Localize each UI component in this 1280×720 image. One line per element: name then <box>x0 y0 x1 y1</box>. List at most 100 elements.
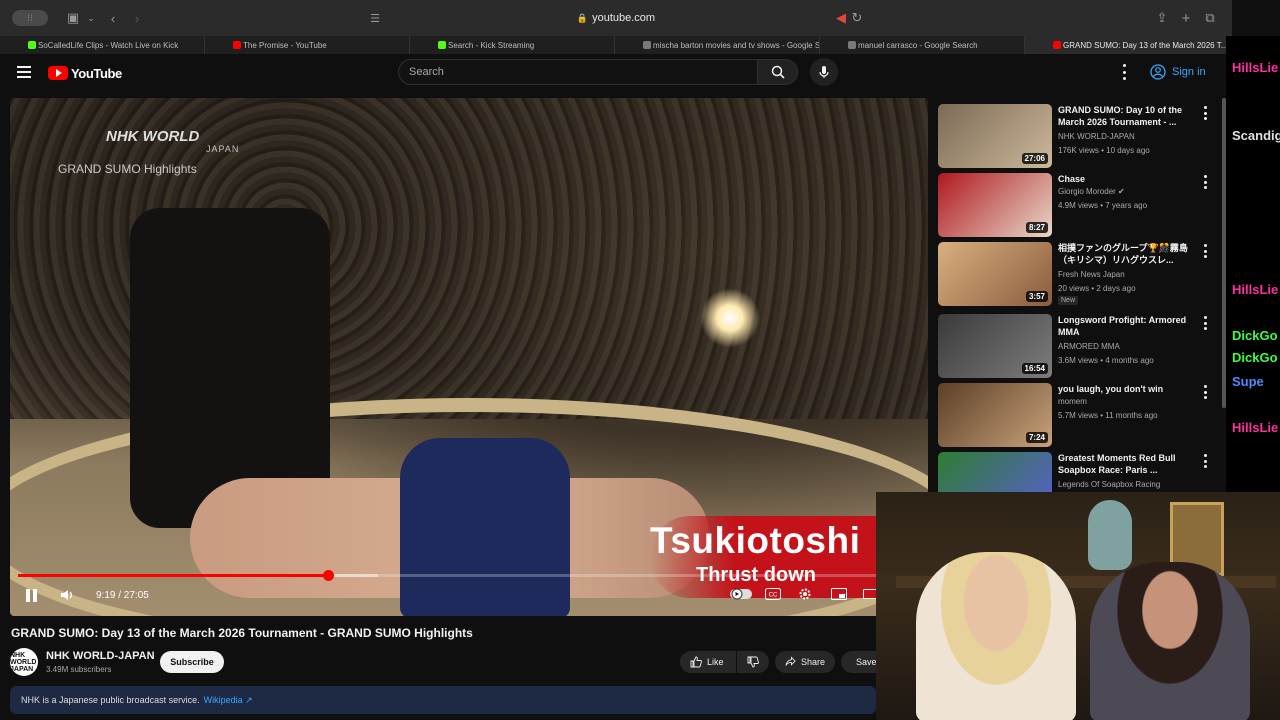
search-placeholder: Search <box>409 66 444 78</box>
camera-flash <box>700 288 760 348</box>
more-options-icon[interactable] <box>1202 175 1208 189</box>
video-thumbnail[interactable]: 3:57 <box>938 242 1052 306</box>
gear-icon <box>799 588 811 600</box>
recommendation-channel[interactable]: Fresh News Japan <box>1058 270 1125 279</box>
recommendation-title[interactable]: Chase <box>1058 173 1198 185</box>
tab-favicon-icon <box>643 41 651 49</box>
browser-tab[interactable]: manuel carrasco - Google Search <box>820 36 1025 54</box>
recommendation-channel[interactable]: NHK WORLD-JAPAN <box>1058 132 1135 141</box>
duration-badge: 8:27 <box>1025 222 1048 233</box>
mask-decor-image <box>1088 500 1132 570</box>
wikipedia-link[interactable]: Wikipedia ↗ <box>204 695 253 706</box>
duration-badge: 27:06 <box>1021 153 1048 164</box>
video-thumbnail[interactable]: 16:54 <box>938 314 1052 378</box>
share-icon[interactable]: ⇪ <box>1154 9 1170 27</box>
recommendation-title[interactable]: 相撲ファンのグループ🏆🎊霧島（キリシマ）リハグウスレ... <box>1058 242 1198 266</box>
settings-button[interactable] <box>796 586 814 602</box>
volume-icon <box>61 590 72 600</box>
browser-tab[interactable]: The Promise - YouTube <box>205 36 410 54</box>
tab-label: SoCalledLife Clips - Watch Live on Kick <box>38 40 179 50</box>
subscribe-button[interactable]: Subscribe <box>160 651 224 673</box>
recommendation-meta: 176K views • 10 days ago <box>1058 146 1150 155</box>
like-button[interactable]: Like <box>680 651 736 673</box>
channel-avatar[interactable]: NHK WORLD JAPAN <box>10 648 38 676</box>
stream-chat-edge: HillsLie Scandig HillsLie DickGo DickGo Supe H… <box>1226 36 1280 492</box>
recommendation-channel[interactable]: Legends Of Soapbox Racing <box>1058 480 1160 489</box>
recommendation-title[interactable]: you laugh, you don't win <box>1058 383 1198 395</box>
chat-username: HillsLie <box>1232 420 1279 435</box>
recommendation-title[interactable]: Greatest Moments Red Bull Soapbox Race: … <box>1058 452 1198 476</box>
tab-label: mischa barton movies and tv shows - Goog… <box>653 40 820 50</box>
settings-menu-icon[interactable] <box>1118 64 1130 80</box>
new-tab-icon[interactable]: + <box>1178 9 1194 27</box>
recommendation-channel[interactable]: Giorgio Moroder ✔ <box>1058 187 1125 196</box>
youtube-play-icon <box>48 66 68 80</box>
info-text: NHK is a Japanese public broadcast servi… <box>21 695 200 705</box>
share-label: Share <box>800 657 825 667</box>
tab-label: manuel carrasco - Google Search <box>858 40 978 50</box>
video-progress-bar[interactable] <box>18 570 918 581</box>
share-button[interactable]: Share <box>775 651 835 673</box>
menu-icon[interactable] <box>17 66 31 78</box>
duration-badge: 7:24 <box>1025 432 1048 443</box>
info-panel: NHK is a Japanese public broadcast servi… <box>10 686 876 714</box>
captions-button[interactable]: CC <box>764 586 782 602</box>
save-label: Save <box>856 657 876 667</box>
youtube-header: YouTube Search Sign in <box>0 54 1232 94</box>
voice-search-button[interactable] <box>810 58 838 86</box>
sidebar-toggle-icon[interactable]: ▣ <box>64 9 82 27</box>
miniplayer-button[interactable] <box>830 586 848 602</box>
recommendation-meta: 3.6M views • 4 months ago <box>1058 356 1154 365</box>
more-options-icon[interactable] <box>1202 316 1208 330</box>
browser-tab[interactable]: mischa barton movies and tv shows - Goog… <box>615 36 820 54</box>
recommendation-meta: 4.9M views • 7 years ago <box>1058 201 1148 210</box>
search-button[interactable] <box>758 59 798 85</box>
more-options-icon[interactable] <box>1202 454 1208 468</box>
scrubber-handle[interactable] <box>322 570 334 581</box>
nhk-watermark-sub: JAPAN <box>206 144 240 154</box>
person-right-image <box>1090 562 1250 720</box>
more-options-icon[interactable] <box>1202 244 1208 258</box>
recommendation-item[interactable]: 27:06 GRAND SUMO: Day 10 of the March 202… <box>938 104 1218 168</box>
video-player[interactable]: NHK WORLD JAPAN GRAND SUMO Highlights Ts… <box>10 98 928 616</box>
autoplay-toggle[interactable] <box>730 586 752 602</box>
address-bar[interactable]: 🔒 youtube.com <box>366 7 866 29</box>
recommendation-item[interactable]: 8:27 Chase Giorgio Moroder ✔ 4.9M views • 7… <box>938 173 1218 237</box>
browser-tab[interactable]: SoCalledLife Clips - Watch Live on Kick <box>0 36 205 54</box>
forward-icon[interactable]: › <box>130 9 144 27</box>
recommendation-item[interactable]: 7:24 you laugh, you don't win momem 5.7M vi… <box>938 383 1218 447</box>
search-input[interactable]: Search <box>398 59 758 85</box>
recommendation-channel[interactable]: momem <box>1058 397 1087 406</box>
reload-icon[interactable]: ↻ <box>850 9 864 27</box>
channel-name[interactable]: NHK WORLD-JAPAN <box>46 650 155 662</box>
back-icon[interactable]: ‹ <box>106 9 120 27</box>
pause-button[interactable] <box>26 588 40 602</box>
mute-icon[interactable]: ◀ <box>834 9 848 27</box>
recommendation-title[interactable]: GRAND SUMO: Day 10 of the March 2026 Tou… <box>1058 104 1198 128</box>
save-button[interactable]: Save <box>841 651 876 673</box>
recommendation-item[interactable]: 16:54 Longsword Profight: Armored MMA ARMO… <box>938 314 1218 378</box>
more-options-icon[interactable] <box>1202 106 1208 120</box>
recommendation-channel[interactable]: ARMORED MMA <box>1058 342 1120 351</box>
dislike-button[interactable] <box>737 651 769 673</box>
webcam-overlay <box>876 492 1280 720</box>
video-thumbnail[interactable]: 7:24 <box>938 383 1052 447</box>
chevron-down-icon[interactable]: ⌄ <box>86 9 96 27</box>
duration-badge: 16:54 <box>1021 363 1048 374</box>
recommendation-item[interactable]: 3:57 相撲ファンのグループ🏆🎊霧島（キリシマ）リハグウスレ... Fresh N… <box>938 242 1218 306</box>
browser-tab[interactable]: GRAND SUMO: Day 13 of the March 2026 T..… <box>1025 36 1230 54</box>
volume-button[interactable] <box>60 588 74 602</box>
video-thumbnail[interactable]: 8:27 <box>938 173 1052 237</box>
chat-username: HillsLie <box>1232 282 1279 297</box>
profile-pill[interactable]: ⁝⁝ <box>12 10 48 26</box>
sign-in-button[interactable]: Sign in <box>1144 60 1210 84</box>
tab-favicon-icon <box>1053 41 1061 49</box>
youtube-logo[interactable]: YouTube <box>48 64 122 82</box>
recommendation-title[interactable]: Longsword Profight: Armored MMA <box>1058 314 1198 338</box>
svg-text:CC: CC <box>769 593 778 599</box>
video-thumbnail[interactable]: 27:06 <box>938 104 1052 168</box>
more-options-icon[interactable] <box>1202 385 1208 399</box>
tab-overview-icon[interactable]: ⧉ <box>1202 9 1218 27</box>
browser-tab[interactable]: Search - Kick Streaming <box>410 36 615 54</box>
chat-username: DickGo <box>1232 328 1278 343</box>
